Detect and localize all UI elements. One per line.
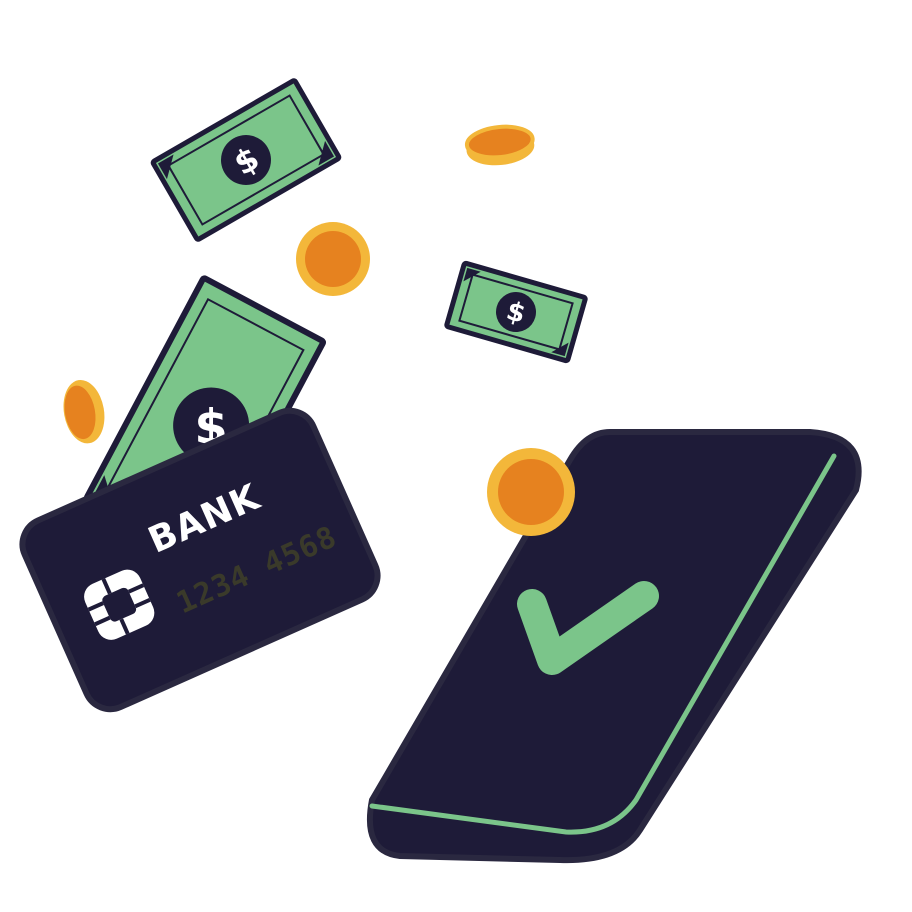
banknote-small-right: $ [444,260,588,364]
coin-left-side [63,379,105,444]
banknote-top-left: $ [150,78,342,242]
phone [366,429,862,864]
bank-card: BANK 1234 4568 [19,407,381,713]
coin-middle [296,222,370,296]
coin-right [487,448,575,536]
coin-top-flat [464,124,535,166]
payment-illustration: $ $ $ BANK 1234 4568 [19,78,862,864]
